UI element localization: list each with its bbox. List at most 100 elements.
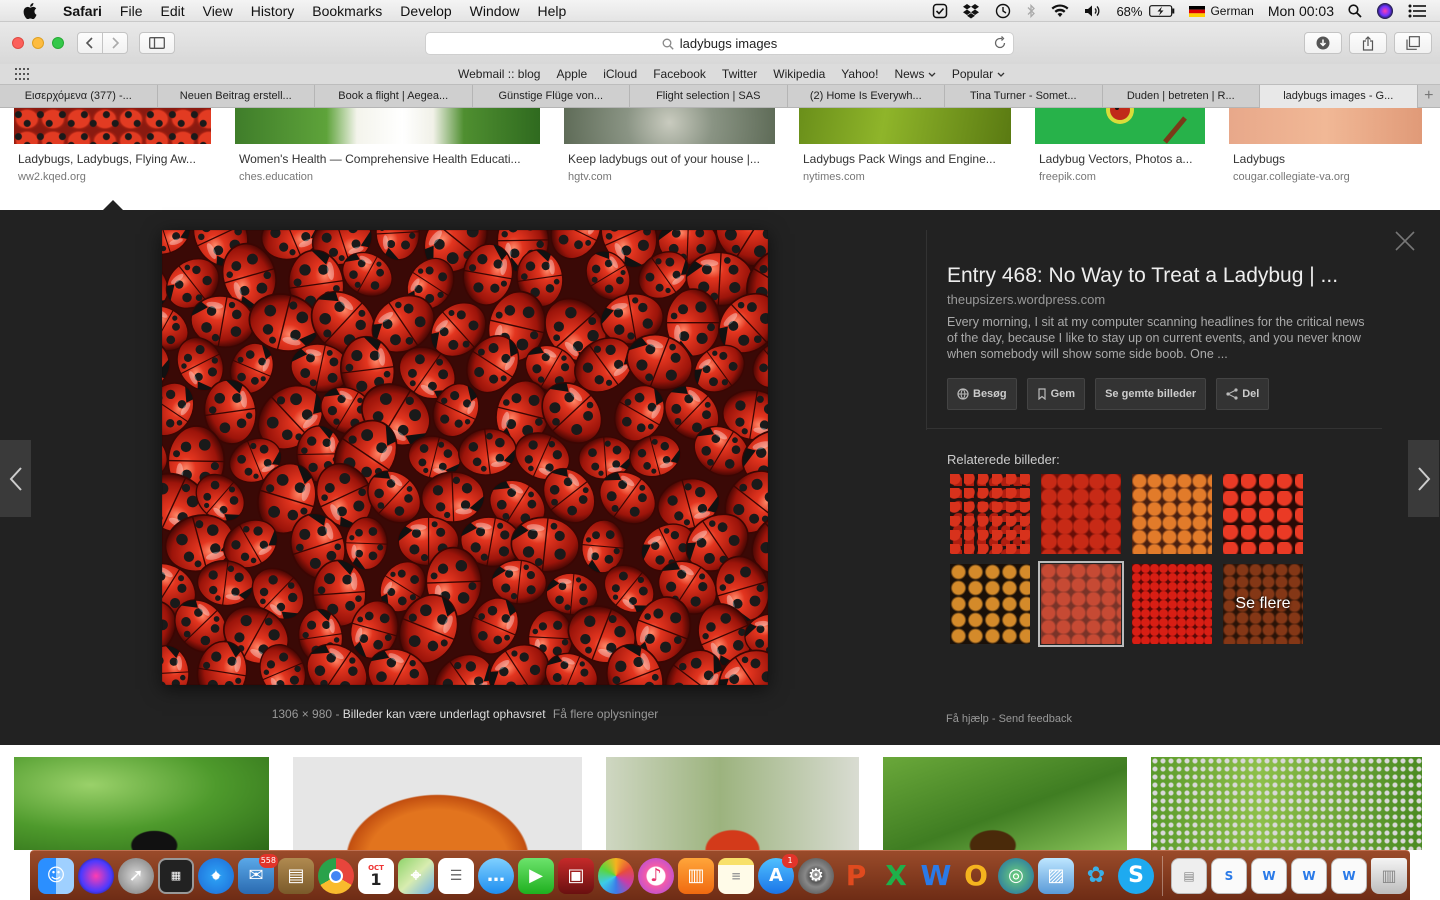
document-thumbnail-icon[interactable]: W <box>1331 857 1367 894</box>
result-caption[interactable]: Keep ladybugs out of your house |... hgtv… <box>568 152 773 183</box>
menubar-clock[interactable]: Mon 00:03 <box>1261 3 1341 19</box>
favorite-webmail[interactable]: Webmail :: blog <box>450 67 548 81</box>
siri-dock-icon[interactable] <box>78 857 114 894</box>
battery-charging-icon[interactable] <box>1149 5 1182 17</box>
menu-edit[interactable]: Edit <box>151 0 193 22</box>
menu-file[interactable]: File <box>111 0 152 22</box>
globe-app-icon[interactable]: ◎ <box>998 857 1034 894</box>
notification-center-icon[interactable] <box>1401 4 1440 18</box>
menu-window[interactable]: Window <box>461 0 529 22</box>
result-caption[interactable]: Women's Health — Comprehensive Health Ed… <box>239 152 539 183</box>
result-thumbnail[interactable] <box>1229 108 1422 144</box>
back-button[interactable] <box>77 32 103 54</box>
tab-inbox[interactable]: Εισερχόμενα (377) -... <box>0 85 158 108</box>
app-store-icon[interactable]: A1 <box>758 853 798 894</box>
related-image-thumbnail-selected[interactable] <box>1038 561 1124 647</box>
menu-help[interactable]: Help <box>528 0 575 22</box>
tab-overview-button[interactable] <box>1394 32 1432 54</box>
result-caption[interactable]: Ladybugs, Ladybugs, Flying Aw... ww2.kqed… <box>18 152 213 183</box>
downloads-button[interactable] <box>1304 32 1342 54</box>
ibooks-icon[interactable]: ▥ <box>678 857 714 894</box>
excel-icon[interactable]: X <box>878 858 914 894</box>
skype-icon[interactable]: S <box>1118 857 1154 894</box>
result-thumbnail[interactable] <box>1035 108 1205 144</box>
time-machine-icon[interactable] <box>987 3 1019 19</box>
next-image-button[interactable] <box>1408 440 1439 517</box>
input-source-item[interactable]: German <box>1182 4 1260 18</box>
document-thumbnail-icon[interactable]: S <box>1211 857 1247 894</box>
result-thumbnail[interactable] <box>883 757 1127 850</box>
maps-icon[interactable]: ⌖ <box>398 857 434 894</box>
related-image-thumbnail[interactable] <box>950 474 1030 554</box>
main-preview-image[interactable] <box>162 230 768 685</box>
favorite-icloud[interactable]: iCloud <box>595 67 645 81</box>
dropbox-icon[interactable] <box>955 3 987 19</box>
tab-new-post[interactable]: Neuen Beitrag erstell... <box>158 85 315 108</box>
apple-menu-icon[interactable] <box>20 2 40 19</box>
feedback-link[interactable]: Send feedback <box>999 713 1072 725</box>
result-thumbnail[interactable] <box>293 757 582 850</box>
result-thumbnail[interactable] <box>14 108 211 144</box>
tab-duden[interactable]: Duden | betreten | R... <box>1103 85 1260 108</box>
zoom-window-button[interactable] <box>52 37 64 49</box>
related-image-thumbnail[interactable] <box>1041 474 1121 554</box>
help-link[interactable]: Få hjælp <box>946 713 989 725</box>
favorite-facebook[interactable]: Facebook <box>645 67 714 81</box>
chrome-icon[interactable] <box>318 857 354 894</box>
favorite-yahoo[interactable]: Yahoo! <box>833 67 886 81</box>
result-thumbnail[interactable] <box>606 757 859 850</box>
sidebar-toggle-button[interactable] <box>139 32 175 54</box>
photo-booth-icon[interactable]: ▣ <box>558 857 594 894</box>
tab-cheap-flights[interactable]: Günstige Flüge von... <box>473 85 630 108</box>
related-image-thumbnail[interactable] <box>1132 564 1212 644</box>
menu-view[interactable]: View <box>194 0 242 22</box>
spotlight-search-icon[interactable] <box>1341 4 1369 18</box>
menu-bookmarks[interactable]: Bookmarks <box>303 0 391 22</box>
tab-aegean[interactable]: Book a flight | Aegea... <box>315 85 473 108</box>
reminders-icon[interactable]: ☰ <box>438 857 474 894</box>
related-image-thumbnail[interactable] <box>1223 474 1303 554</box>
view-saved-button[interactable]: Se gemte billeder <box>1095 378 1207 410</box>
see-more-related-button[interactable]: Se flere <box>1223 564 1303 644</box>
menu-develop[interactable]: Develop <box>391 0 460 22</box>
tab-sas[interactable]: Flight selection | SAS <box>630 85 788 108</box>
powerpoint-icon[interactable]: P <box>838 858 874 894</box>
favorite-popular-folder[interactable]: Popular <box>944 67 1013 81</box>
favorite-wikipedia[interactable]: Wikipedia <box>765 67 833 81</box>
result-thumbnail[interactable] <box>799 108 1011 144</box>
trash-icon[interactable]: ▥ <box>1371 857 1407 894</box>
mission-control-icon[interactable]: ▦ <box>158 857 194 894</box>
menu-app-safari[interactable]: Safari <box>54 0 111 22</box>
result-thumbnail[interactable] <box>564 108 775 144</box>
stack-folder-icon[interactable]: ▤ <box>1171 857 1207 894</box>
battery-percent[interactable]: 68% <box>1109 4 1149 19</box>
favorite-apple[interactable]: Apple <box>548 67 595 81</box>
close-preview-button[interactable] <box>1394 230 1416 257</box>
more-info-link[interactable]: Få flere oplysninger <box>553 707 658 721</box>
launchpad-icon[interactable]: ➚ <box>118 857 154 894</box>
preview-title[interactable]: Entry 468: No Way to Treat a Ladybug | .… <box>947 264 1367 288</box>
volume-icon[interactable] <box>1077 4 1109 18</box>
preview-app-icon[interactable]: ▨ <box>1038 857 1074 894</box>
calendar-icon[interactable]: OCT 1 <box>358 857 394 894</box>
facetime-icon[interactable]: ▶ <box>518 857 554 894</box>
document-thumbnail-icon[interactable]: W <box>1251 857 1287 894</box>
visit-button[interactable]: Besøg <box>947 378 1017 410</box>
notefile-icon[interactable]: ▤ <box>278 857 314 894</box>
address-bar[interactable]: ladybugs images <box>425 32 1014 55</box>
photos-icon[interactable] <box>598 857 634 894</box>
checkmark-status-icon[interactable] <box>925 3 955 19</box>
menu-history[interactable]: History <box>242 0 304 22</box>
tab-home-everywhere[interactable]: (2) Home Is Everywh... <box>788 85 945 108</box>
word-icon[interactable]: W <box>918 858 954 894</box>
related-image-thumbnail[interactable] <box>1132 474 1212 554</box>
save-button[interactable]: Gem <box>1026 378 1086 410</box>
result-thumbnail[interactable] <box>14 757 269 850</box>
top-sites-grid-icon[interactable] <box>15 68 29 80</box>
minimize-window-button[interactable] <box>32 37 44 49</box>
outlook-icon[interactable]: O <box>958 858 994 894</box>
mail-stamp-icon[interactable]: ✉ 558 <box>238 853 278 894</box>
document-thumbnail-icon[interactable]: W <box>1291 857 1327 894</box>
result-caption[interactable]: Ladybugs cougar.collegiate-va.org <box>1233 152 1423 183</box>
siri-icon[interactable] <box>1369 2 1401 20</box>
